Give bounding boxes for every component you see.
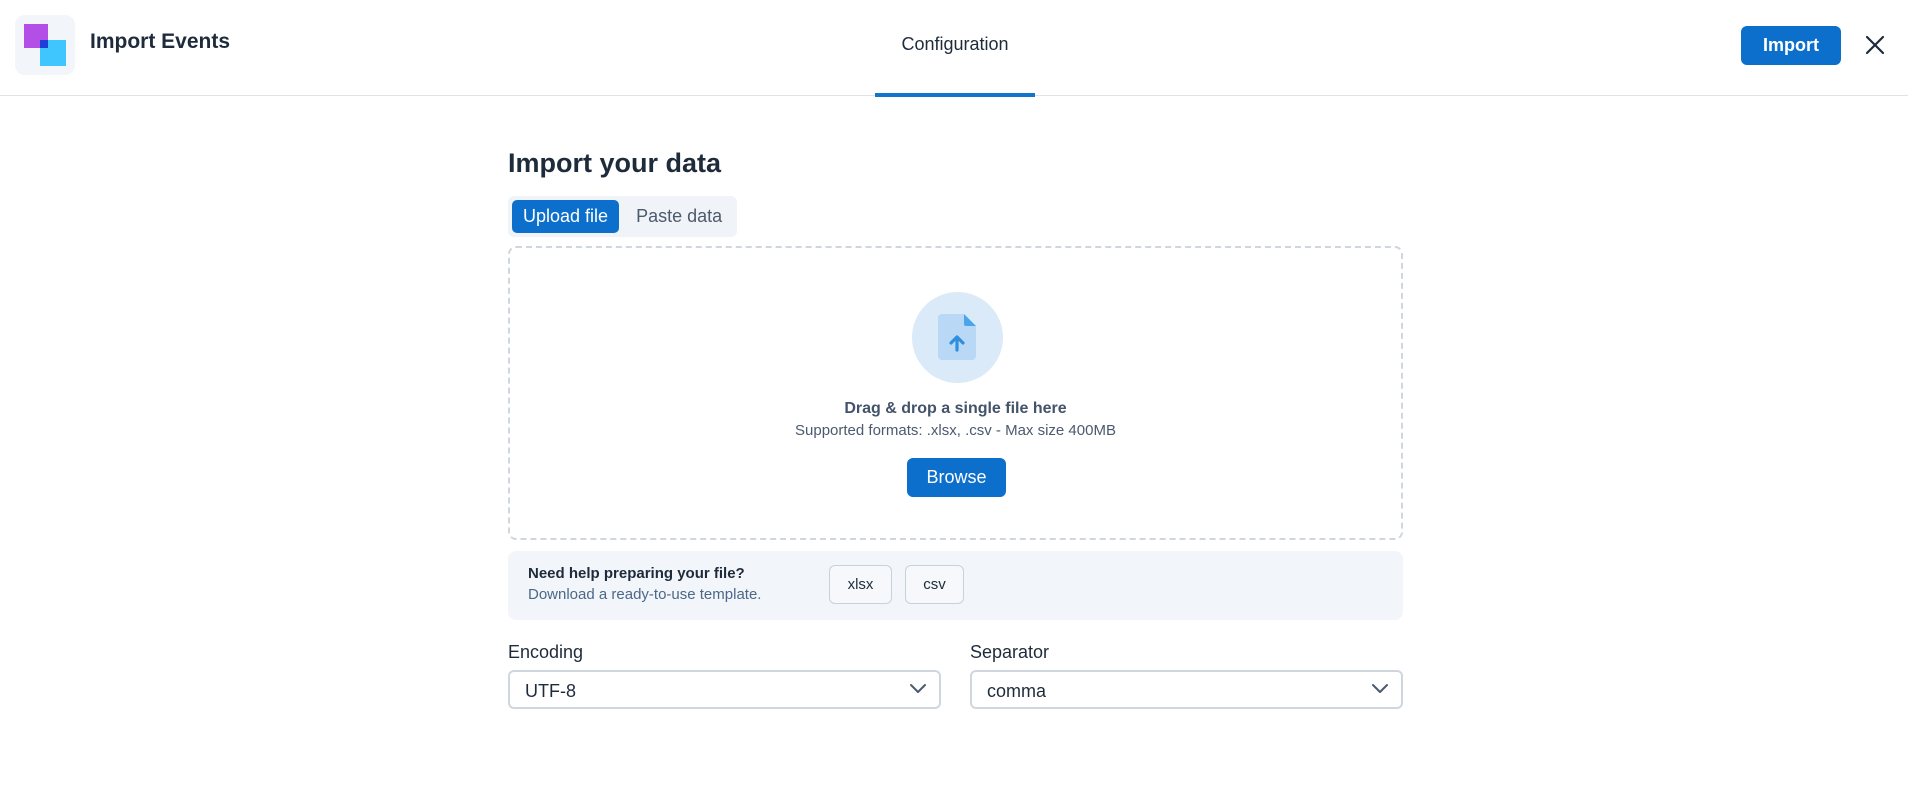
encoding-label: Encoding bbox=[508, 642, 584, 662]
top-bar: Import Events Configuration Import bbox=[0, 0, 1908, 97]
help-subtitle: Download a ready-to-use template. bbox=[528, 586, 762, 603]
download-csv-template-button[interactable]: csv bbox=[905, 565, 964, 604]
separator-label: Separator bbox=[970, 642, 1050, 662]
close-icon bbox=[1865, 35, 1885, 55]
tab-configuration[interactable]: Configuration bbox=[875, 0, 1035, 97]
encoding-select[interactable]: UTF-8 bbox=[508, 670, 941, 709]
close-button[interactable] bbox=[1862, 32, 1888, 58]
dropzone-subtitle: Supported formats: .xlsx, .csv - Max siz… bbox=[795, 422, 1116, 439]
file-upload-icon bbox=[938, 314, 976, 360]
separator-field: Separator comma bbox=[970, 642, 1403, 709]
chevron-down-icon bbox=[910, 684, 926, 693]
app-logo bbox=[15, 15, 75, 75]
page-title: Import your data bbox=[508, 148, 722, 178]
template-help-box: Need help preparing your file? Download … bbox=[508, 551, 1403, 620]
dropzone-title: Drag & drop a single file here bbox=[844, 400, 1067, 417]
import-button[interactable]: Import bbox=[1741, 26, 1841, 65]
encoding-value: UTF-8 bbox=[525, 681, 576, 701]
active-tab-indicator bbox=[875, 93, 1035, 97]
file-upload-badge bbox=[912, 292, 1003, 383]
help-title: Need help preparing your file? bbox=[528, 565, 745, 582]
tab-upload-file[interactable]: Upload file bbox=[512, 200, 620, 233]
tab-paste-data[interactable]: Paste data bbox=[625, 200, 733, 233]
download-xlsx-template-button[interactable]: xlsx bbox=[829, 565, 892, 604]
file-dropzone[interactable]: Drag & drop a single file here Supported… bbox=[508, 246, 1403, 540]
app-title: Import Events bbox=[90, 30, 231, 53]
browse-button[interactable]: Browse bbox=[907, 458, 1006, 497]
tab-configuration-label: Configuration bbox=[901, 34, 1009, 54]
separator-select[interactable]: comma bbox=[970, 670, 1403, 709]
separator-value: comma bbox=[987, 681, 1047, 701]
logo-icon bbox=[24, 24, 66, 66]
encoding-field: Encoding UTF-8 bbox=[508, 642, 941, 709]
source-tabs: Upload file Paste data bbox=[508, 196, 738, 237]
import-panel: Import your data Upload file Paste data … bbox=[508, 148, 1403, 709]
chevron-down-icon bbox=[1372, 684, 1388, 693]
